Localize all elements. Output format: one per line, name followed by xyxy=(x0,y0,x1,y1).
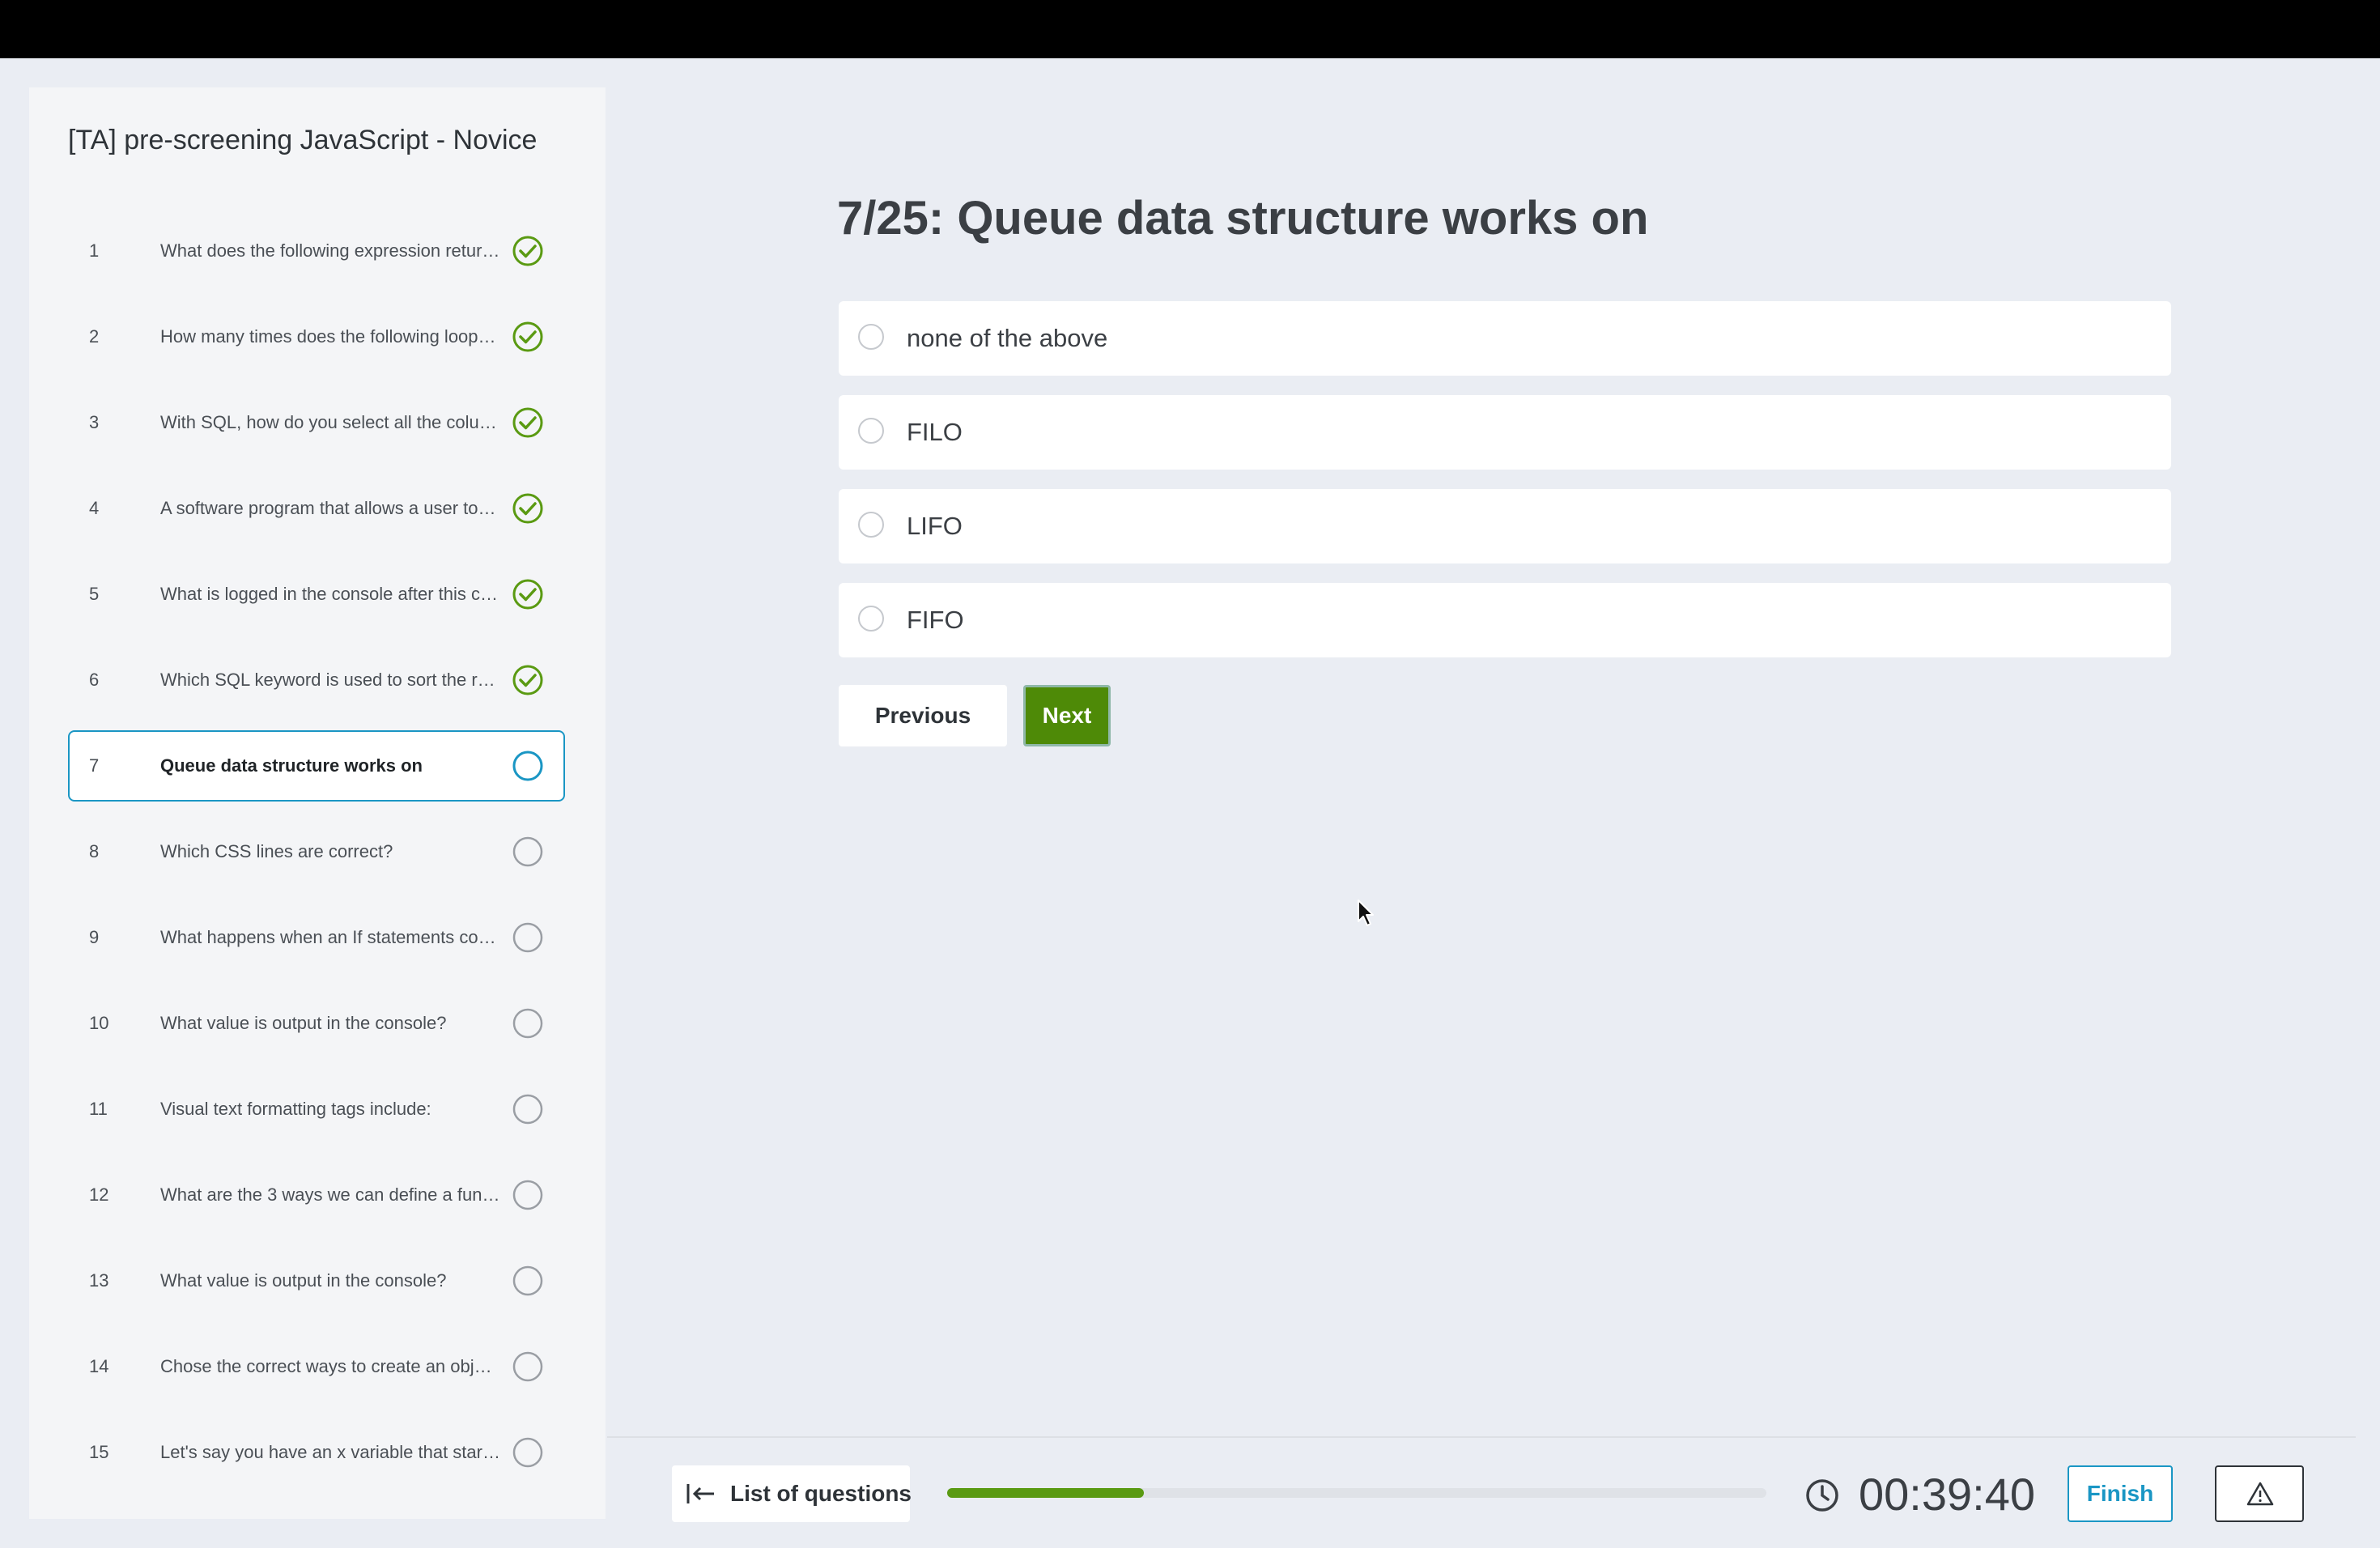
question-text: Visual text formatting tags include: xyxy=(160,1099,431,1119)
answer-option-label: LIFO xyxy=(907,512,963,540)
answer-option-label: FIFO xyxy=(907,606,964,634)
answer-option-label: FILO xyxy=(907,418,963,446)
bottom-bar: List of questions 00:39:40 Finish xyxy=(607,1436,2356,1527)
circle-outline-icon xyxy=(512,922,543,953)
question-number: 15 xyxy=(89,1442,109,1462)
question-text: With SQL, how do you select all the colu… xyxy=(160,412,497,432)
question-text: What happens when an If statements con… xyxy=(160,927,500,947)
radio-button[interactable] xyxy=(858,324,884,350)
answer-option-label: none of the above xyxy=(907,324,1108,352)
circle-outline-icon xyxy=(512,1265,543,1296)
question-number: 7 xyxy=(89,755,100,776)
check-circle-icon xyxy=(512,321,543,352)
question-number: 12 xyxy=(89,1184,109,1205)
radio-button[interactable] xyxy=(858,418,884,444)
question-list-item[interactable]: 9 What happens when an If statements con… xyxy=(68,902,565,973)
question-number: 8 xyxy=(89,841,100,861)
question-number: 1 xyxy=(89,240,100,261)
question-sidebar: [TA] pre-screening JavaScript - Novice 1… xyxy=(29,87,606,1519)
collapse-left-icon xyxy=(686,1484,714,1503)
question-text: Which SQL keyword is used to sort the re… xyxy=(160,670,500,690)
answer-options: none of the above FILO LIFO FIFO xyxy=(839,301,2171,677)
circle-outline-icon xyxy=(512,1008,543,1039)
question-number: 6 xyxy=(89,670,100,690)
progress-fill xyxy=(947,1488,1144,1498)
question-title: 7/25: Queue data structure works on xyxy=(837,192,1649,245)
question-text: What is logged in the console after this… xyxy=(160,584,498,604)
question-number: 2 xyxy=(89,326,100,347)
question-list-item[interactable]: 7 Queue data structure works on xyxy=(68,730,565,802)
question-text: Which CSS lines are correct? xyxy=(160,841,393,861)
question-number: 3 xyxy=(89,412,100,432)
question-list-item[interactable]: 14 Chose the correct ways to create an ob… xyxy=(68,1331,565,1402)
radio-button[interactable] xyxy=(858,606,884,632)
mouse-cursor-icon xyxy=(1358,899,1374,926)
check-circle-icon xyxy=(512,236,543,266)
progress-bar xyxy=(947,1488,1766,1498)
question-list-item[interactable]: 6 Which SQL keyword is used to sort the r… xyxy=(68,644,565,716)
top-bar xyxy=(0,0,2380,58)
question-number: 13 xyxy=(89,1270,109,1291)
question-list-item[interactable]: 13 What value is output in the console? xyxy=(68,1245,565,1316)
question-number: 4 xyxy=(89,498,100,518)
clock-icon xyxy=(1806,1479,1838,1512)
question-list-item[interactable]: 12 What are the 3 ways we can define a fu… xyxy=(68,1159,565,1231)
question-text: Queue data structure works on xyxy=(160,755,423,776)
question-number: 5 xyxy=(89,584,100,604)
question-text: How many times does the following loop… xyxy=(160,326,496,347)
check-circle-icon xyxy=(512,579,543,610)
check-circle-icon xyxy=(512,493,543,524)
answer-option[interactable]: FILO xyxy=(839,395,2171,470)
question-text: Let's say you have an x variable that st… xyxy=(160,1442,500,1462)
question-number: 14 xyxy=(89,1356,109,1376)
question-text: Chose the correct ways to create an obje… xyxy=(160,1356,500,1376)
question-number: 10 xyxy=(89,1013,109,1033)
finish-button[interactable]: Finish xyxy=(2068,1465,2173,1522)
question-text: A software program that allows a user to… xyxy=(160,498,500,518)
question-number: 11 xyxy=(89,1099,108,1119)
question-list-item[interactable]: 5 What is logged in the console after thi… xyxy=(68,559,565,630)
list-of-questions-button[interactable]: List of questions xyxy=(672,1465,912,1522)
test-title: [TA] pre-screening JavaScript - Novice xyxy=(68,125,538,155)
circle-outline-icon xyxy=(512,1351,543,1382)
question-list-item[interactable]: 3 With SQL, how do you select all the col… xyxy=(68,387,565,458)
question-number: 9 xyxy=(89,927,100,947)
question-list-item[interactable]: 4 A software program that allows a user t… xyxy=(68,473,565,544)
question-list-item[interactable]: 1 What does the following expression retu… xyxy=(68,215,565,287)
question-list-item[interactable]: 15 Let's say you have an x variable that … xyxy=(68,1417,565,1488)
question-text: What value is output in the console? xyxy=(160,1013,447,1033)
question-list-item[interactable]: 2 How many times does the following loop… xyxy=(68,301,565,372)
question-list-item[interactable]: 11 Visual text formatting tags include: xyxy=(68,1074,565,1145)
answer-option[interactable]: FIFO xyxy=(839,583,2171,657)
question-list-item[interactable]: 10 What value is output in the console? xyxy=(68,988,565,1059)
answer-option[interactable]: none of the above xyxy=(839,301,2171,376)
circle-outline-icon xyxy=(512,836,543,867)
warning-triangle-icon xyxy=(2246,1482,2274,1506)
question-text: What value is output in the console? xyxy=(160,1270,447,1291)
next-button[interactable]: Next xyxy=(1023,685,1111,746)
check-circle-icon xyxy=(512,665,543,695)
answer-option[interactable]: LIFO xyxy=(839,489,2171,563)
circle-outline-icon xyxy=(512,1094,543,1125)
question-list-item[interactable]: 8 Which CSS lines are correct? xyxy=(68,816,565,887)
list-of-questions-label: List of questions xyxy=(730,1481,912,1506)
report-issue-button[interactable] xyxy=(2215,1465,2304,1522)
question-text: What are the 3 ways we can define a func… xyxy=(160,1184,500,1205)
question-list: 1 What does the following expression retu… xyxy=(68,215,565,1503)
circle-outline-icon xyxy=(512,1437,543,1468)
question-text: What does the following expression retur… xyxy=(160,240,500,261)
circle-outline-icon xyxy=(512,1180,543,1210)
timer: 00:39:40 xyxy=(1859,1469,2035,1520)
check-circle-icon xyxy=(512,407,543,438)
radio-button[interactable] xyxy=(858,512,884,538)
previous-button[interactable]: Previous xyxy=(839,685,1007,746)
circle-outline-icon xyxy=(512,751,543,781)
